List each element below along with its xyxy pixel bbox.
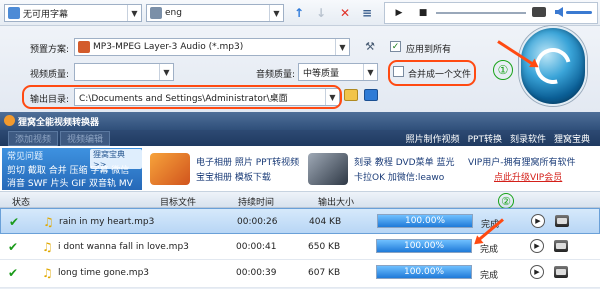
promo2-line1[interactable]: 刻录 教程 DVD菜单 蓝光: [354, 155, 454, 168]
step-2-marker: ②: [498, 193, 514, 209]
output-highlight-ring: [22, 85, 342, 109]
progress-bar: 100.00%: [377, 214, 473, 228]
faq-links-row2[interactable]: 消音 SWF 片头 GIF 双音轨 MV: [7, 176, 133, 189]
status-text: 完成: [480, 271, 499, 281]
progress-text: 100.00%: [404, 216, 446, 226]
done-check-icon: ✔: [9, 215, 20, 229]
delete-icon[interactable]: ✕: [338, 5, 352, 21]
apply-all-checkbox[interactable]: ✓: [390, 41, 401, 52]
vip-upgrade-link[interactable]: 点此升级VIP会员: [494, 170, 562, 183]
add-video-button[interactable]: 添加视频: [8, 130, 59, 146]
faq-box[interactable]: 常见问题 狸窝宝典 >> 剪切 截取 合并 压缩 字幕 微信 消音 SWF 片头…: [2, 148, 142, 190]
chevron-down-icon[interactable]: ▼: [127, 5, 141, 21]
progress-text: 100.00%: [403, 267, 445, 277]
chevron-down-icon[interactable]: ▼: [159, 64, 173, 80]
apply-all-label: 应用到所有: [406, 45, 452, 55]
merge-highlight-ring: [388, 60, 476, 86]
move-down-icon[interactable]: ↓: [314, 5, 328, 21]
col-target-file[interactable]: 目标文件: [160, 195, 196, 208]
table-row[interactable]: ✔ ♫ long time gone.mp3 00:00:39 607 KB 1…: [0, 260, 600, 288]
stop-icon[interactable]: ■: [417, 6, 429, 20]
col-output-size[interactable]: 输出大小: [318, 195, 354, 208]
menu-item-guide[interactable]: 狸窝宝典: [554, 132, 590, 145]
dvd-promo-icon[interactable]: [308, 153, 348, 185]
play-icon[interactable]: ▶: [531, 214, 545, 228]
list-icon[interactable]: ≡: [360, 5, 374, 21]
play-icon[interactable]: ▶: [393, 6, 405, 20]
output-size: 607 KB: [308, 268, 341, 278]
folder-icon[interactable]: [344, 89, 358, 101]
done-check-icon: ✔: [8, 240, 19, 254]
app-logo-icon: [4, 115, 15, 126]
subtitle-select[interactable]: 无可用字幕 ▼: [4, 4, 142, 22]
folder-icon[interactable]: [554, 240, 568, 252]
faq-title: 常见问题: [7, 152, 44, 162]
chevron-down-icon[interactable]: ▼: [269, 5, 283, 21]
seek-bar[interactable]: [436, 12, 526, 14]
duration: 00:00:39: [236, 268, 277, 278]
play-icon[interactable]: ▶: [530, 265, 544, 279]
status-text: 完成: [480, 245, 499, 255]
menu-item-photo-video[interactable]: 照片制作视频: [406, 132, 460, 145]
done-check-icon: ✔: [8, 266, 19, 280]
menu-item-ppt[interactable]: PPT转换: [468, 132, 502, 145]
duration: 00:00:26: [237, 217, 278, 227]
video-quality-label: 视频质量:: [30, 70, 70, 80]
folder-icon[interactable]: [555, 215, 569, 227]
window-title: 狸窝全能视频转换器: [18, 117, 100, 128]
music-note-icon: ♫: [42, 266, 53, 280]
menu-item-burn[interactable]: 刻录软件: [510, 132, 546, 145]
menu-bar: 添加视频 视频编辑 照片制作视频 PPT转换 刻录软件 狸窝宝典: [0, 130, 600, 146]
table-row[interactable]: ✔ ♫ i dont wanna fall in love.mp3 00:00:…: [0, 234, 600, 260]
subtitle-icon: [8, 7, 20, 19]
audio-track-select[interactable]: eng ▼: [146, 4, 284, 22]
table-row[interactable]: ✔ ♫ rain in my heart.mp3 00:00:26 404 KB…: [0, 208, 600, 234]
step-1-marker: ①: [493, 60, 513, 80]
promo1-line1[interactable]: 电子相册 照片 PPT转视频: [196, 155, 299, 168]
progress-text: 100.00%: [403, 241, 445, 251]
audio-quality-label: 音频质量:: [256, 70, 296, 80]
chevron-down-icon[interactable]: ▼: [363, 64, 377, 80]
promo2-line2[interactable]: 卡拉OK 加微信:leawo: [354, 170, 444, 183]
edit-video-button[interactable]: 视频编辑: [60, 130, 111, 146]
progress-bar: 100.00%: [376, 265, 472, 279]
file-name: rain in my heart.mp3: [59, 217, 155, 227]
preset-select[interactable]: MP3-MPEG Layer-3 Audio (*.mp3) ▼: [74, 38, 350, 56]
ppt-promo-icon[interactable]: [150, 153, 190, 185]
audio-format-icon: [78, 41, 90, 53]
duration: 00:00:41: [236, 242, 277, 252]
file-name: long time gone.mp3: [58, 268, 150, 278]
wrench-icon[interactable]: ⚒: [362, 38, 378, 54]
file-name: i dont wanna fall in love.mp3: [58, 242, 189, 252]
open-folder-icon[interactable]: [364, 89, 378, 101]
promo3-line1[interactable]: VIP用户-拥有狸窝所有软件: [468, 155, 576, 168]
chevron-down-icon[interactable]: ▼: [335, 39, 349, 55]
folder-icon[interactable]: [554, 266, 568, 278]
music-note-icon: ♫: [42, 240, 53, 254]
camera-icon[interactable]: [532, 7, 546, 17]
volume-slider[interactable]: [566, 11, 592, 14]
window-title-bar: 狸窝全能视频转换器: [0, 112, 600, 130]
output-size: 650 KB: [308, 242, 341, 252]
move-up-icon[interactable]: ↑: [292, 5, 306, 21]
audio-track-icon: [150, 7, 162, 19]
play-icon[interactable]: ▶: [530, 239, 544, 253]
promo1-line2[interactable]: 宝宝相册 模板下载: [196, 170, 271, 183]
music-note-icon: ♫: [43, 215, 54, 229]
progress-bar: 100.00%: [376, 239, 472, 253]
col-duration[interactable]: 持续时间: [238, 195, 274, 208]
col-status[interactable]: 状态: [12, 195, 30, 208]
audio-quality-select[interactable]: 中等质量 ▼: [298, 63, 378, 81]
preset-label: 预置方案:: [30, 45, 70, 55]
faq-links-row1[interactable]: 剪切 截取 合并 压缩 字幕 微信: [7, 163, 129, 176]
video-quality-select[interactable]: ▼: [74, 63, 174, 81]
output-size: 404 KB: [309, 217, 342, 227]
